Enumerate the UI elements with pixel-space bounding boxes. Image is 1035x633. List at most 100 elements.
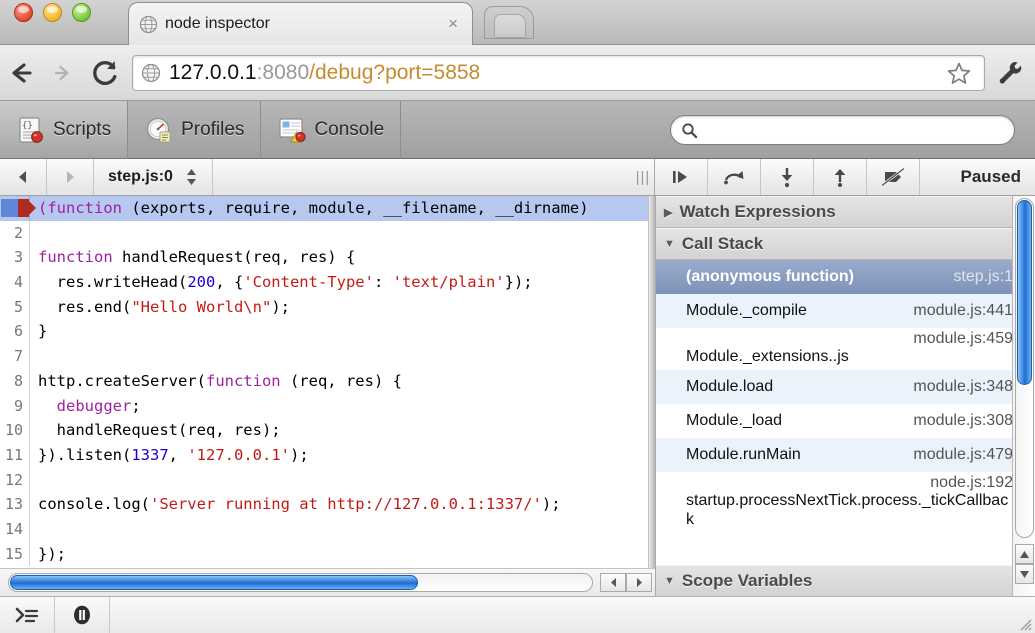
line-number[interactable]: 9: [0, 393, 30, 419]
minimize-window-button[interactable]: [43, 3, 62, 22]
script-nav-forward-button[interactable]: [47, 159, 94, 195]
triangle-down-icon: [1020, 570, 1029, 578]
resume-button[interactable]: [655, 159, 708, 195]
code-line[interactable]: 3 function handleRequest(req, res) {: [0, 245, 648, 271]
section-call-stack[interactable]: ▼ Call Stack: [656, 228, 1035, 260]
code-line[interactable]: 8 http.createServer(function (req, res) {: [0, 368, 648, 394]
line-number[interactable]: 2: [0, 220, 30, 246]
call-stack-row[interactable]: Module.runMain module.js:479: [656, 438, 1035, 473]
line-number[interactable]: 15: [0, 541, 30, 567]
call-stack-location: module.js:459: [913, 330, 1013, 347]
code-line[interactable]: 5 res.end("Hello World\n");: [0, 294, 648, 320]
hscroll-left-arrow[interactable]: [600, 573, 626, 592]
new-tab-button[interactable]: [484, 6, 534, 39]
svg-text:{}: {}: [22, 121, 33, 131]
code-line[interactable]: 7: [0, 344, 648, 369]
line-number[interactable]: 14: [0, 516, 30, 542]
menu-button[interactable]: [993, 56, 1027, 90]
triangle-left-icon: [19, 171, 26, 183]
scripts-icon: {}: [19, 116, 43, 143]
close-window-button[interactable]: [14, 3, 33, 22]
breakpoint-marker[interactable]: [1, 199, 36, 217]
globe-icon: [141, 63, 161, 82]
resize-grip-icon[interactable]: |||: [632, 159, 654, 195]
maximize-window-button[interactable]: [72, 3, 91, 22]
vscroll-track[interactable]: [1015, 198, 1034, 538]
hscroll-right-arrow[interactable]: [626, 573, 652, 592]
line-number[interactable]: 4: [0, 270, 30, 295]
vscroll-thumb[interactable]: [1017, 200, 1032, 385]
code-line[interactable]: 6}: [0, 319, 648, 345]
section-watch-expressions[interactable]: ▶ Watch Expressions: [656, 196, 1035, 228]
hscroll-thumb[interactable]: [10, 575, 418, 590]
code-line[interactable]: 14: [0, 516, 648, 542]
window-controls: [14, 3, 91, 22]
sidebar-vscrollbar[interactable]: [1012, 196, 1035, 596]
hscroll-track[interactable]: [8, 573, 593, 592]
back-button[interactable]: [0, 52, 42, 94]
line-number[interactable]: 11: [0, 442, 30, 468]
code-editor[interactable]: (function (exports, require, module, __f…: [0, 196, 648, 568]
code-line[interactable]: 13 console.log('Server running at http://…: [0, 492, 648, 517]
vscroll-down-arrow[interactable]: [1015, 564, 1034, 584]
call-stack-row[interactable]: module.js:459 Module._extensions..js: [656, 328, 1035, 370]
section-scope-variables[interactable]: ▼ Scope Variables: [655, 565, 1012, 597]
vscroll-up-arrow[interactable]: [1015, 544, 1034, 564]
line-number[interactable]: 8: [0, 368, 30, 394]
code-line[interactable]: (function (exports, require, module, __f…: [0, 196, 648, 221]
search-input[interactable]: [704, 122, 1014, 138]
tab-console[interactable]: Console: [261, 100, 402, 159]
step-over-button[interactable]: [708, 159, 761, 195]
script-name-label: step.js:0: [108, 168, 173, 185]
code-line[interactable]: 15});: [0, 541, 648, 567]
browser-tab[interactable]: node inspector ×: [128, 2, 473, 45]
stepper-updown-icon[interactable]: [185, 167, 198, 187]
close-icon[interactable]: ×: [444, 14, 462, 34]
line-number[interactable]: 7: [0, 344, 30, 369]
call-stack-row[interactable]: (anonymous function) step.js:1: [656, 260, 1035, 294]
tab-scripts[interactable]: {} Scripts: [0, 100, 129, 159]
line-number[interactable]: 10: [0, 418, 30, 443]
step-into-button[interactable]: [761, 159, 814, 195]
tab-profiles[interactable]: Profiles: [128, 100, 262, 159]
code-line[interactable]: 2: [0, 220, 648, 246]
reload-button[interactable]: [84, 52, 126, 94]
line-number[interactable]: 3: [0, 245, 30, 271]
line-number[interactable]: [0, 196, 36, 221]
arrow-left-icon: [12, 62, 32, 83]
resume-icon: [673, 171, 687, 183]
code-line[interactable]: 4 res.writeHead(200, {'Content-Type': 't…: [0, 270, 648, 295]
resize-grip-icon[interactable]: [1016, 615, 1032, 631]
call-stack-row[interactable]: Module._load module.js:308: [656, 404, 1035, 438]
code-line[interactable]: 9 debugger;: [0, 393, 648, 419]
script-selector[interactable]: step.js:0: [94, 159, 213, 195]
editor-divider[interactable]: [648, 196, 655, 568]
line-number[interactable]: 13: [0, 492, 30, 517]
call-stack-row[interactable]: Module.load module.js:348: [656, 370, 1035, 405]
search-box[interactable]: [670, 115, 1015, 145]
line-number[interactable]: 6: [0, 319, 30, 345]
triangle-up-icon: [1020, 550, 1029, 558]
editor-hscrollbar[interactable]: [0, 568, 655, 596]
call-stack-row[interactable]: node.js:192 startup.processNextTick.proce…: [656, 472, 1035, 533]
url-query: ?port=5858: [373, 60, 481, 84]
script-nav-back-button[interactable]: [0, 159, 47, 195]
arrow-right-icon: [54, 65, 69, 80]
forward-button[interactable]: [42, 52, 84, 94]
call-stack-location: module.js:308: [913, 412, 1013, 430]
line-number[interactable]: 5: [0, 294, 30, 320]
pause-on-exceptions-button[interactable]: [55, 597, 110, 633]
line-number[interactable]: 12: [0, 467, 30, 493]
show-console-button[interactable]: [0, 597, 55, 633]
call-stack-row[interactable]: Module._compile module.js:441: [656, 294, 1035, 328]
script-toolbar-left: step.js:0 |||: [0, 159, 655, 195]
address-bar[interactable]: 127.0.0.1:8080/debug?port=5858: [132, 54, 985, 91]
deactivate-breakpoints-button[interactable]: [867, 159, 920, 195]
code-line[interactable]: 10 handleRequest(req, res);: [0, 418, 648, 443]
step-out-button[interactable]: [814, 159, 867, 195]
status-bar-filler: [110, 597, 1035, 633]
code-line[interactable]: 12: [0, 467, 648, 493]
code-line[interactable]: 11}).listen(1337, '127.0.0.1');: [0, 442, 648, 468]
call-stack-location: module.js:348: [913, 378, 1013, 396]
star-icon[interactable]: [946, 60, 972, 86]
